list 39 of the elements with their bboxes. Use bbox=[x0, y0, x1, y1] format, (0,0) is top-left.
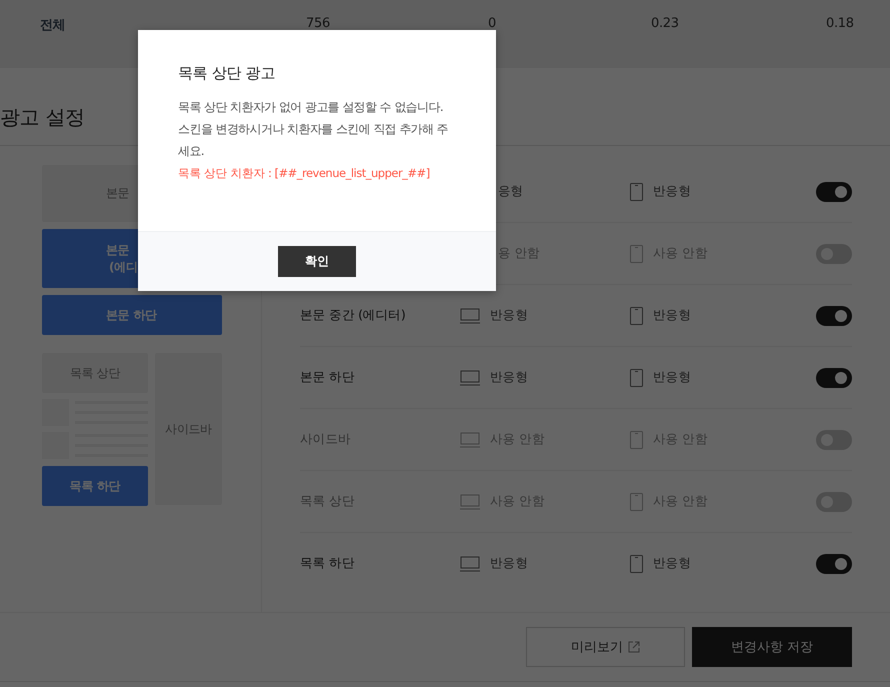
ad-position-label: 목록 하단 bbox=[300, 555, 354, 570]
section-title: 광고 설정 bbox=[0, 104, 85, 131]
phone-icon bbox=[630, 368, 643, 386]
external-link-icon bbox=[628, 641, 640, 653]
phone-icon bbox=[630, 182, 643, 200]
toggle-switch[interactable] bbox=[816, 306, 852, 326]
save-button[interactable]: 변경사항 저장 bbox=[692, 627, 852, 667]
pc-setting: 반응형 bbox=[490, 555, 528, 572]
ad-slot-block[interactable]: 본문 하단 bbox=[42, 295, 222, 335]
phone-icon bbox=[630, 492, 643, 510]
phone-icon bbox=[630, 554, 643, 572]
mobile-setting: 반응형 bbox=[653, 555, 692, 572]
row-label: 전체 bbox=[40, 17, 66, 34]
ad-slot-block[interactable]: 목록 하단 bbox=[42, 466, 148, 506]
toggle-switch[interactable] bbox=[816, 492, 852, 512]
toggle-switch[interactable] bbox=[816, 368, 852, 388]
toggle-switch[interactable] bbox=[816, 182, 852, 202]
stat-value: 0.23 bbox=[651, 16, 679, 31]
ad-position-label: 본문 중간 (에디터) bbox=[300, 307, 406, 322]
toggle-switch[interactable] bbox=[816, 554, 852, 574]
pc-setting: 반응형 bbox=[490, 307, 528, 324]
stat-value: 756 bbox=[306, 16, 330, 31]
preview-button[interactable]: 미리보기 bbox=[526, 627, 685, 667]
phone-icon bbox=[630, 430, 643, 448]
confirm-button[interactable]: 확인 bbox=[278, 246, 356, 277]
pc-setting: 반응형 bbox=[490, 369, 528, 386]
phone-icon bbox=[630, 306, 643, 324]
modal-title: 목록 상단 광고 bbox=[178, 64, 276, 83]
stat-value: 0.18 bbox=[826, 16, 854, 31]
stat-value: 0 bbox=[488, 16, 496, 31]
ad-position-label: 본문 하단 bbox=[300, 369, 354, 384]
pc-setting: 응형 bbox=[498, 183, 524, 200]
modal-message: 목록 상단 치환자가 없어 광고를 설정할 수 없습니다. 스킨을 변경하시거나 치환자를 스킨에 직접 추가해 주세요. bbox=[178, 99, 450, 160]
phone-icon bbox=[630, 244, 643, 262]
mobile-setting: 반응형 bbox=[653, 369, 692, 386]
toggle-switch[interactable] bbox=[816, 430, 852, 450]
mobile-setting: 반응형 bbox=[653, 183, 692, 200]
mobile-setting: 반응형 bbox=[653, 307, 692, 324]
toggle-switch[interactable] bbox=[816, 244, 852, 264]
